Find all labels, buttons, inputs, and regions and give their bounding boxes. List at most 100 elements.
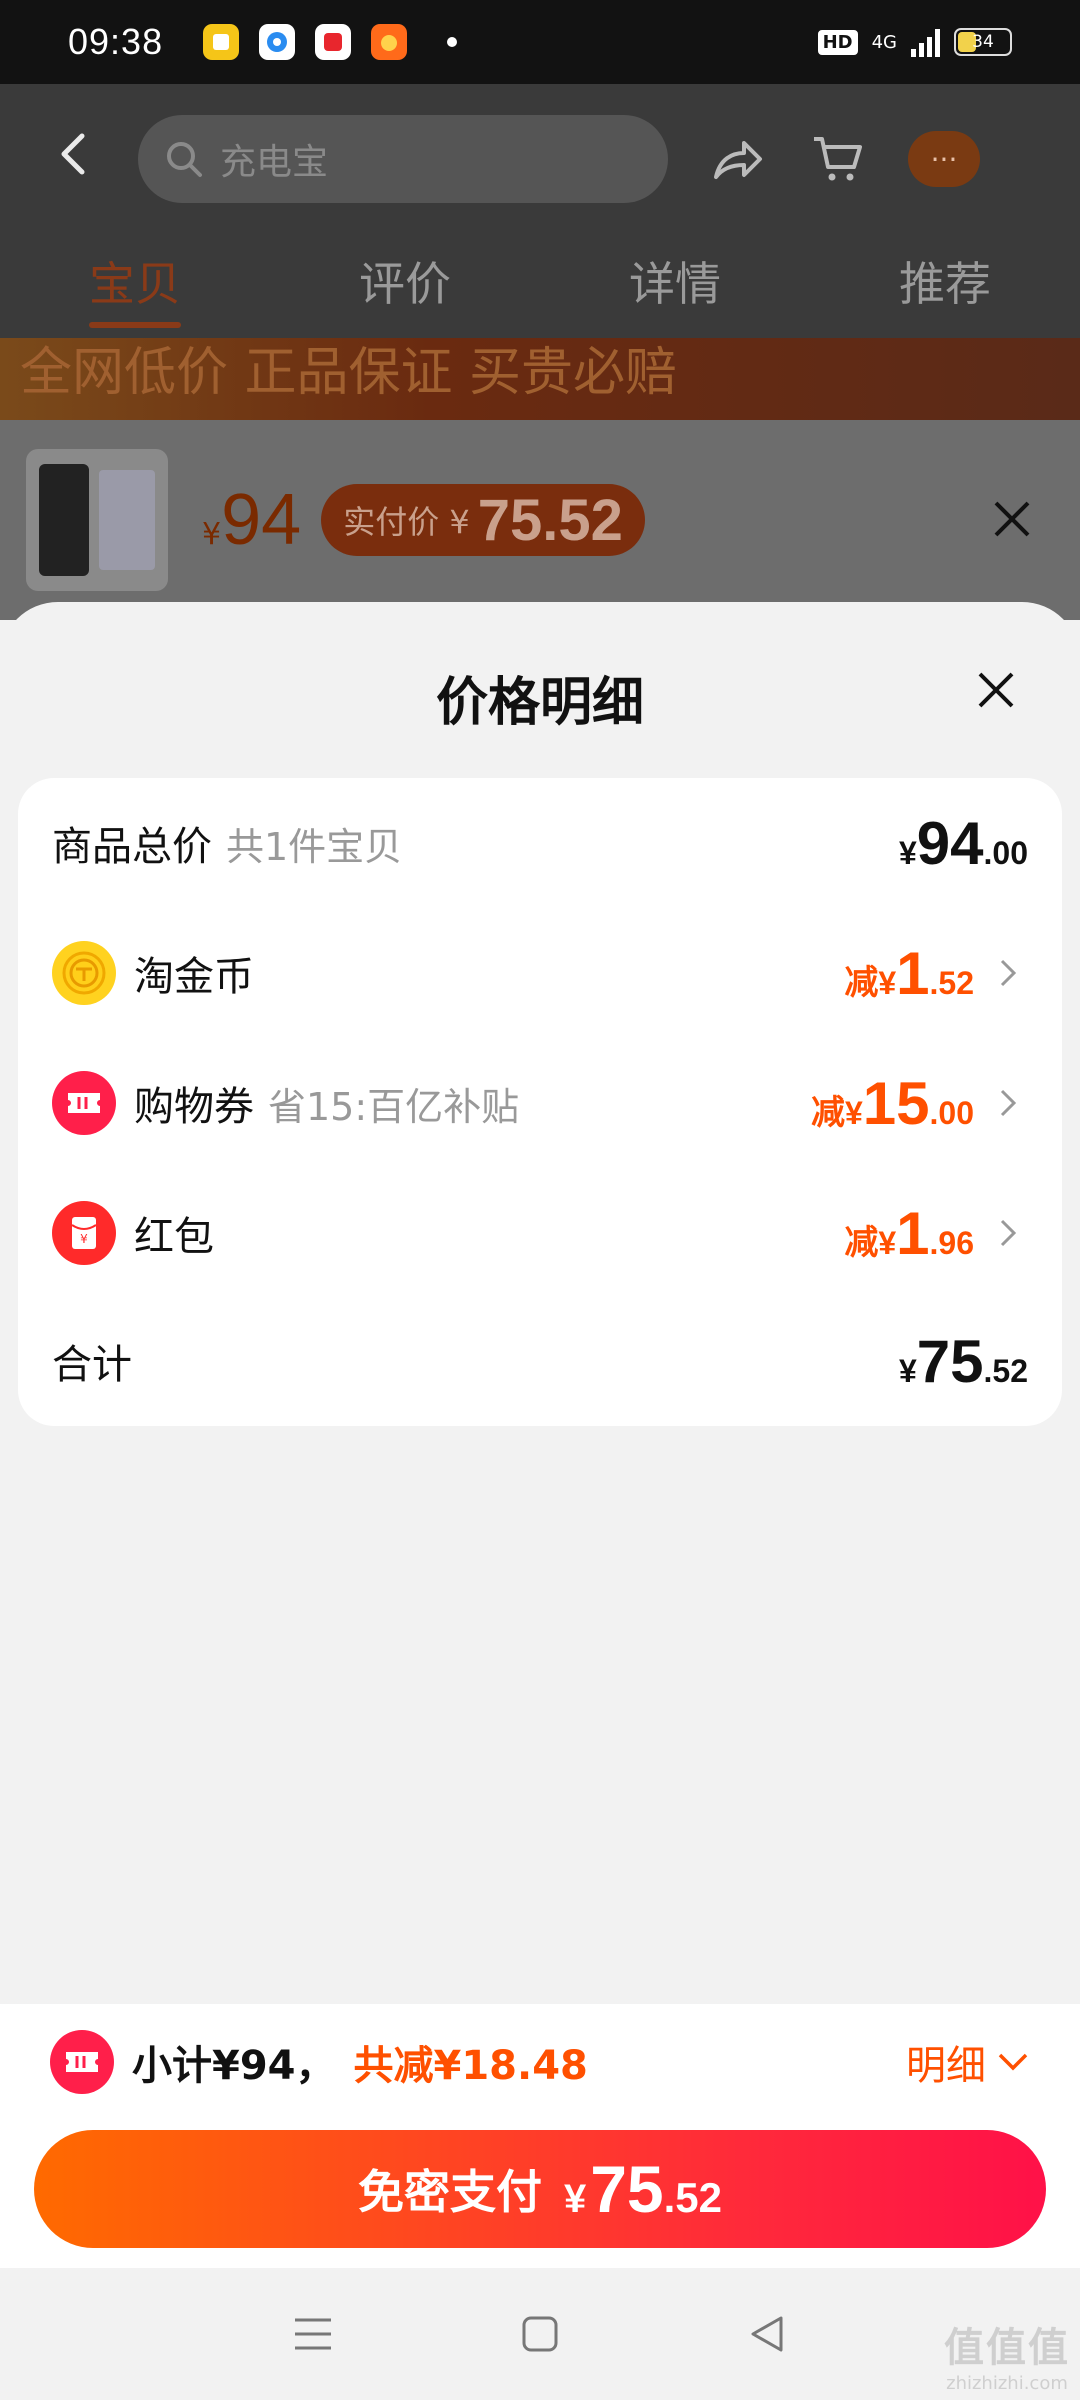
coupon-icon (52, 1071, 116, 1135)
signal-icon (911, 27, 940, 57)
pay-amount: ¥ 75 .52 (564, 2151, 722, 2227)
back-nav-icon[interactable] (737, 2304, 797, 2364)
amount-prefix: 减 (844, 962, 879, 1003)
row-amount: 减 ¥ 1 .96 (844, 1199, 974, 1268)
amount-integer: 1 (896, 1199, 930, 1267)
tab-details[interactable]: 详情 (629, 248, 721, 314)
more-menu-button[interactable]: ··· (908, 131, 980, 187)
status-indicators: HD 4G 34 (817, 27, 1012, 57)
background-tabs: 宝贝 评价 详情 推荐 (0, 234, 1080, 338)
more-notifications-dot (447, 37, 458, 47)
row-amount: ¥ 75 .52 (899, 1327, 1028, 1396)
network-type: 4G (871, 31, 897, 53)
price-currency: ¥ (202, 517, 222, 552)
battery-level: 34 (972, 32, 994, 52)
system-navigation-bar (0, 2268, 1080, 2400)
share-icon[interactable] (708, 129, 768, 189)
notification-icons (203, 24, 458, 60)
background-header: 充电宝 ··· (0, 84, 1080, 234)
shopping-app-icon (315, 24, 352, 60)
pay-decimal: .52 (663, 2174, 723, 2221)
amount-currency: ¥ (878, 1224, 897, 1261)
red-packet-icon: ¥ (52, 1201, 116, 1265)
tab-recommend[interactable]: 推荐 (899, 248, 991, 314)
tab-item[interactable]: 宝贝 (89, 248, 181, 328)
jingxi-app-icon (371, 24, 408, 60)
chevron-right-icon (988, 1213, 1028, 1253)
amount-decimal: .52 (929, 964, 974, 1001)
row-sum-total: 合计 ¥ 75 .52 (18, 1296, 1062, 1426)
status-time: 09:38 (68, 21, 164, 62)
watermark-url: zhizhizhi.com (946, 2373, 1068, 2394)
row-label: 购物券 (134, 1084, 254, 1130)
promo-banner: 全网低价 正品保证 买贵必赔 (0, 338, 1080, 420)
amount-integer: 75 (916, 1327, 984, 1395)
close-icon[interactable] (992, 488, 1032, 553)
amount-integer: 15 (862, 1069, 930, 1137)
amount-currency: ¥ (878, 964, 897, 1001)
row-sub: 省15:百亿补贴 (268, 1084, 520, 1129)
hd-badge: HD (817, 29, 858, 55)
amount-decimal: .96 (929, 1224, 974, 1261)
cart-icon[interactable] (808, 129, 868, 189)
actual-pay-value: 75.52 (477, 487, 623, 553)
product-summary-bar: ¥ 94 实付价 ¥ 75.52 (0, 420, 1080, 620)
password-free-pay-button[interactable]: 免密支付 ¥ 75 .52 (34, 2130, 1046, 2248)
row-goods-total: 商品总价 共1件宝贝 ¥ 94 .00 (18, 778, 1062, 908)
actual-pay-label: 实付价 ¥ (343, 503, 470, 541)
amount-currency: ¥ (898, 834, 917, 871)
price-breakdown-card: 商品总价 共1件宝贝 ¥ 94 .00 淘金币 减 ¥ 1 .52 购物券 省1… (18, 778, 1062, 1426)
subtotal-text: 小计¥94， (132, 2043, 336, 2089)
row-label: 淘金币 (134, 954, 254, 1000)
amount-decimal: .00 (983, 834, 1028, 871)
svg-text:¥: ¥ (80, 1232, 88, 1246)
checkout-bar: 小计¥94， 共减¥18.48 明细 免密支付 ¥ 75 .52 (0, 2004, 1080, 2268)
product-thumbnail (26, 449, 168, 591)
total-discount-text: 共减¥18.48 (353, 2043, 588, 2089)
chevron-down-icon (998, 2053, 1028, 2071)
search-icon (167, 142, 202, 177)
amount-currency: ¥ (844, 1094, 863, 1131)
sheet-title: 价格明细 (435, 673, 644, 733)
price-detail-sheet: 价格明细 商品总价 共1件宝贝 ¥ 94 .00 淘金币 减 ¥ 1 .52 购… (0, 602, 1080, 2002)
amount-decimal: .52 (983, 1352, 1028, 1389)
detail-toggle-button[interactable]: 明细 (906, 2033, 1030, 2091)
watermark-logo: 值值值 (944, 2325, 1070, 2371)
coupon-icon (50, 2030, 114, 2094)
product-price: ¥ 94 (202, 479, 301, 561)
amount-integer: 94 (916, 809, 984, 877)
actual-pay-badge: 实付价 ¥ 75.52 (321, 484, 645, 556)
row-red-packet[interactable]: ¥ 红包 减 ¥ 1 .96 (18, 1168, 1062, 1298)
price-value: 94 (221, 480, 302, 560)
chevron-right-icon (988, 953, 1028, 993)
row-sub: 共1件宝贝 (226, 824, 403, 869)
pay-button-label: 免密支付 (357, 2165, 542, 2219)
amount-currency: ¥ (898, 1352, 917, 1389)
row-taojinbi[interactable]: 淘金币 减 ¥ 1 .52 (18, 908, 1062, 1038)
chevron-right-icon (988, 1083, 1028, 1123)
amount-prefix: 减 (810, 1092, 845, 1133)
search-placeholder: 充电宝 (220, 142, 329, 183)
status-bar: 09:38 HD 4G 34 (0, 0, 1080, 84)
pay-currency: ¥ (563, 2177, 587, 2221)
row-shopping-coupon[interactable]: 购物券 省15:百亿补贴 减 ¥ 15 .00 (18, 1038, 1062, 1168)
site-watermark: 值值值 zhizhizhi.com (944, 2315, 1070, 2394)
coin-icon (52, 941, 116, 1005)
back-icon[interactable] (58, 130, 98, 188)
search-input[interactable]: 充电宝 (138, 115, 668, 203)
notes-app-icon (203, 24, 240, 60)
menu-nav-icon[interactable] (283, 2304, 343, 2364)
battery-icon: 34 (954, 28, 1012, 56)
close-icon[interactable] (964, 658, 1028, 722)
row-label: 红包 (134, 1214, 214, 1260)
row-label: 合计 (52, 1342, 132, 1388)
row-amount: ¥ 94 .00 (899, 809, 1028, 878)
tab-reviews[interactable]: 评价 (359, 248, 451, 314)
row-amount: 减 ¥ 1 .52 (844, 939, 974, 1008)
amount-integer: 1 (896, 939, 930, 1007)
discount-summary: 小计¥94， 共减¥18.48 明细 (50, 2026, 1030, 2098)
detail-label: 明细 (906, 2043, 986, 2089)
home-nav-icon[interactable] (510, 2304, 570, 2364)
amount-decimal: .00 (929, 1094, 974, 1131)
row-label: 商品总价 (52, 824, 212, 870)
